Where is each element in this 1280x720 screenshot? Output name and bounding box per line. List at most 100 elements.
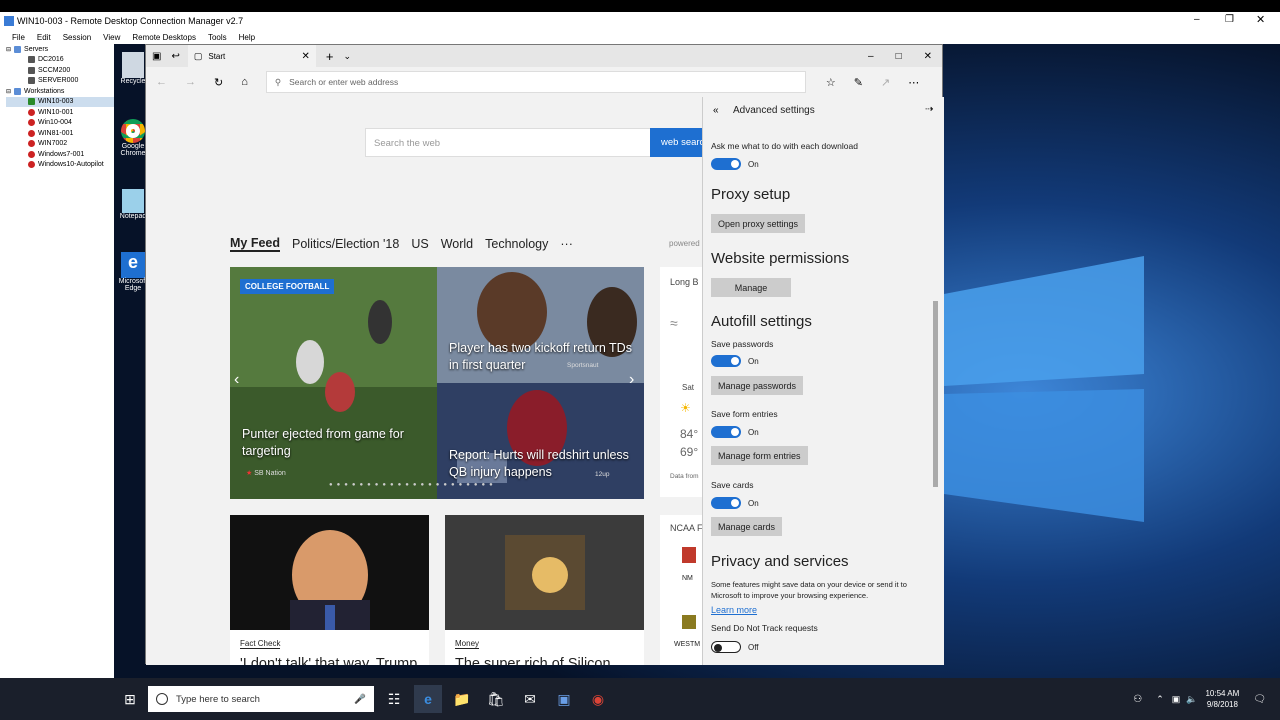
manage-permissions-button[interactable]: Manage: [711, 278, 791, 297]
menu-remote-desktops[interactable]: Remote Desktops: [132, 33, 196, 42]
tree-item-sccm200[interactable]: SCCM200: [6, 65, 114, 76]
download-toggle[interactable]: [711, 158, 741, 170]
powered-by: powered: [669, 239, 700, 248]
chrome-taskbar-icon[interactable]: ◉: [584, 685, 612, 713]
tray-chevron-icon[interactable]: ⌃: [1156, 694, 1164, 705]
error-icon: [28, 129, 35, 137]
search-icon: [156, 693, 168, 705]
card-headline: 'I don't talk' that way, Trump says. Exc…: [240, 656, 418, 665]
open-proxy-settings-button[interactable]: Open proxy settings: [711, 214, 806, 233]
news-card[interactable]: Fact Check 'I don't talk' that way, Trum…: [230, 515, 429, 665]
tree-item-label: SERVER000: [38, 77, 79, 85]
tab-technology[interactable]: Technology: [485, 237, 548, 251]
save-forms-toggle[interactable]: [711, 426, 741, 438]
minimize-icon[interactable]: –: [1194, 14, 1200, 25]
panel-scrollbar[interactable]: [933, 301, 938, 487]
tree-item-win10-003[interactable]: WIN10-003: [6, 96, 114, 107]
desktop-icon-label: Notepad: [119, 213, 147, 220]
clock[interactable]: 10:54 AM 9/8/2018: [1205, 688, 1239, 710]
tab-world[interactable]: World: [441, 237, 473, 251]
manage-forms-button[interactable]: Manage form entries: [711, 446, 808, 465]
volume-icon[interactable]: 🔈: [1186, 694, 1197, 705]
more-icon[interactable]: ⋯: [908, 76, 919, 89]
forward-icon[interactable]: →: [185, 76, 196, 88]
save-passwords-toggle[interactable]: [711, 355, 741, 367]
network-icon[interactable]: ▣: [1172, 694, 1181, 705]
tree-item-windows7-001[interactable]: Windows7-001: [6, 149, 114, 160]
home-icon[interactable]: ⌂: [241, 76, 248, 88]
edge-minimize-icon[interactable]: –: [868, 51, 874, 62]
tree-item-win7002[interactable]: WIN7002: [6, 139, 114, 150]
hero-top-right-story[interactable]: Player has two kickoff return TDs in fir…: [437, 267, 644, 383]
team-name: NM: [682, 575, 693, 582]
menu-session[interactable]: Session: [63, 33, 91, 42]
back-icon[interactable]: ←: [156, 76, 167, 88]
error-icon: [28, 161, 35, 169]
microphone-icon[interactable]: 🎤: [354, 694, 366, 705]
task-view-icon[interactable]: ☷: [380, 685, 408, 713]
new-tab-icon[interactable]: +: [326, 49, 334, 64]
tree-item-server000[interactable]: SERVER000: [6, 76, 114, 87]
hero-main-story[interactable]: COLLEGE FOOTBALL Punter ejected from gam…: [230, 267, 437, 499]
set-aside-tabs-icon[interactable]: ↩: [171, 51, 179, 62]
tree-item-dc2016[interactable]: DC2016: [6, 55, 114, 66]
news-card[interactable]: Money The super rich of Silicon Valley h…: [445, 515, 644, 665]
maximize-icon[interactable]: ❐: [1225, 14, 1234, 25]
tree-item-windows10-autopilot[interactable]: Windows10-Autopilot: [6, 160, 114, 171]
tab-my-feed[interactable]: My Feed: [230, 236, 281, 252]
save-cards-toggle[interactable]: [711, 497, 741, 509]
weather-card[interactable]: Long B ≈ Sat ☀ 84° 69° Data from: [660, 267, 702, 497]
people-icon[interactable]: ⚇: [1133, 694, 1142, 705]
action-center-icon[interactable]: 🗨: [1253, 694, 1266, 705]
dnt-toggle[interactable]: [711, 641, 741, 653]
share-icon[interactable]: ↗: [881, 76, 890, 89]
tree-item-win81-001[interactable]: WIN81-001: [6, 128, 114, 139]
tree-item-win10-004[interactable]: Win10-004: [6, 118, 114, 129]
tree-group-servers[interactable]: ⊟ Servers: [6, 44, 114, 55]
rdcm-taskbar-icon[interactable]: ▣: [550, 685, 578, 713]
edge-maximize-icon[interactable]: □: [896, 51, 902, 62]
carousel-next-icon[interactable]: ›: [629, 371, 634, 389]
edge-taskbar-icon[interactable]: e: [414, 685, 442, 713]
menu-help[interactable]: Help: [239, 33, 255, 42]
tab-politics[interactable]: Politics/Election '18: [292, 237, 399, 251]
file-explorer-icon[interactable]: 📁: [448, 685, 476, 713]
manage-passwords-button[interactable]: Manage passwords: [711, 376, 804, 395]
taskbar-search[interactable]: Type here to search 🎤: [148, 686, 374, 712]
story-headline: Report: Hurts will redshirt unless QB in…: [449, 448, 629, 479]
tab-close-icon[interactable]: ✕: [301, 51, 309, 62]
menu-view[interactable]: View: [103, 33, 120, 42]
back-chevrons-icon[interactable]: «: [713, 105, 719, 116]
tab-start[interactable]: ▢ Start ✕: [187, 45, 316, 67]
pin-icon[interactable]: ⇢: [925, 104, 933, 115]
tab-us[interactable]: US: [411, 237, 428, 251]
mail-icon[interactable]: ✉: [516, 685, 544, 713]
web-search-button[interactable]: web search: [650, 128, 702, 157]
ncaa-card[interactable]: NCAA F NM WESTM: [660, 515, 702, 665]
close-icon[interactable]: ✕: [1256, 13, 1265, 26]
manage-cards-button[interactable]: Manage cards: [711, 517, 783, 536]
tab-preview-icon[interactable]: ▣: [152, 51, 161, 62]
pen-icon[interactable]: ✎: [854, 76, 863, 89]
tree-group-workstations[interactable]: ⊟ Workstations: [6, 86, 114, 97]
web-search-input[interactable]: Search the web: [365, 128, 651, 157]
save-forms-label: Save form entries: [711, 409, 778, 419]
weather-source: Data from: [670, 473, 699, 480]
menu-file[interactable]: File: [12, 33, 25, 42]
store-icon[interactable]: 🛍: [482, 685, 510, 713]
refresh-icon[interactable]: ↻: [214, 76, 223, 89]
chevron-down-icon[interactable]: ⌄: [343, 51, 351, 62]
more-tabs-icon[interactable]: ···: [560, 237, 573, 251]
menu-tools[interactable]: Tools: [208, 33, 227, 42]
tree-item-win10-001[interactable]: WIN10-001: [6, 107, 114, 118]
edge-close-icon[interactable]: ✕: [924, 51, 932, 62]
carousel-prev-icon[interactable]: ‹: [234, 371, 239, 389]
carousel-dots[interactable]: ●●●●●●●●●●●●●●●●●●●●●●: [329, 482, 497, 488]
favorites-icon[interactable]: ☆: [826, 76, 836, 89]
start-icon[interactable]: ⊞: [116, 685, 144, 713]
learn-more-link[interactable]: Learn more: [711, 605, 757, 615]
menu-edit[interactable]: Edit: [37, 33, 51, 42]
address-bar[interactable]: ⚲ Search or enter web address: [265, 71, 806, 93]
group-label: Workstations: [24, 87, 65, 95]
dnt-label: Send Do Not Track requests: [711, 623, 818, 633]
